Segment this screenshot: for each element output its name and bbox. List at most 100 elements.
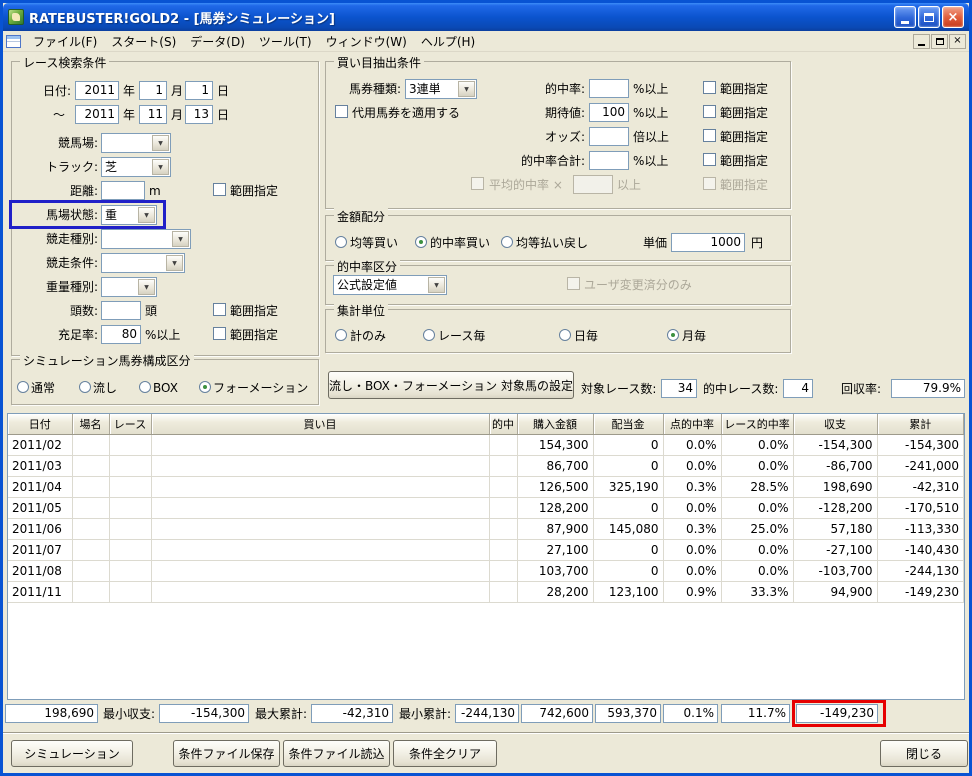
- sim-formation-radio[interactable]: [199, 381, 211, 393]
- substitute-ticket-label[interactable]: 代用馬券を適用する: [352, 106, 460, 121]
- column-header[interactable]: 場名: [72, 414, 110, 435]
- table-row[interactable]: 2011/11 28,200 123,100 0.9% 33.3% 94,900 -149,…: [8, 581, 964, 603]
- table-row[interactable]: 2011/05 128,200 0 0.0% 0.0% -128,200 -170,510: [8, 497, 964, 519]
- distance-range-checkbox[interactable]: [213, 183, 226, 196]
- agg-monthly-label[interactable]: 月毎: [682, 329, 706, 344]
- date-from-month-field[interactable]: 1: [139, 81, 167, 100]
- date-to-month-field[interactable]: 11: [139, 105, 167, 124]
- column-header[interactable]: 日付: [8, 414, 73, 435]
- column-header[interactable]: レース的中率: [721, 414, 794, 435]
- fill-rate-range-checkbox[interactable]: [213, 327, 226, 340]
- close-dialog-button[interactable]: 閉じる: [880, 740, 968, 767]
- column-header[interactable]: 点的中率: [663, 414, 722, 435]
- table-row[interactable]: 2011/03 86,700 0 0.0% 0.0% -86,700 -241,000: [8, 455, 964, 477]
- fill-rate-range-label[interactable]: 範囲指定: [230, 328, 278, 343]
- hit-rate-buy-radio[interactable]: [415, 236, 427, 248]
- track-select[interactable]: 芝 ▼: [101, 157, 171, 177]
- sim-box-label[interactable]: BOX: [153, 381, 178, 396]
- heads-field[interactable]: [101, 301, 141, 320]
- child-minimize-button[interactable]: [913, 33, 930, 49]
- weight-type-select[interactable]: ▼: [101, 277, 157, 297]
- equal-refund-label[interactable]: 均等払い戻し: [516, 236, 588, 251]
- fill-rate-field[interactable]: 80: [101, 325, 141, 344]
- menu-tools[interactable]: ツール(T): [252, 31, 319, 52]
- column-header[interactable]: 的中: [489, 414, 518, 435]
- table-row[interactable]: 2011/04 126,500 325,190 0.3% 28.5% 198,690 -42…: [8, 476, 964, 498]
- equal-refund-radio[interactable]: [501, 236, 513, 248]
- heads-range-label[interactable]: 範囲指定: [230, 304, 278, 319]
- agg-daily-radio[interactable]: [559, 329, 571, 341]
- menu-file[interactable]: ファイル(F): [26, 31, 104, 52]
- substitute-ticket-checkbox[interactable]: [335, 105, 348, 118]
- heads-range-checkbox[interactable]: [213, 303, 226, 316]
- table-row[interactable]: 2011/06 87,900 145,080 0.3% 25.0% 57,180 -113,…: [8, 518, 964, 540]
- agg-monthly-radio[interactable]: [667, 329, 679, 341]
- date-to-day-field[interactable]: 13: [185, 105, 213, 124]
- simulate-button[interactable]: シミュレーション: [11, 740, 133, 767]
- race-type-select[interactable]: ▼: [101, 229, 191, 249]
- table-row[interactable]: 2011/08 103,700 0 0.0% 0.0% -103,700 -244,130: [8, 560, 964, 582]
- agg-per-race-radio[interactable]: [423, 329, 435, 341]
- sim-nagashi-radio[interactable]: [79, 381, 91, 393]
- odds-range-checkbox[interactable]: [703, 129, 716, 142]
- agg-total-only-radio[interactable]: [335, 329, 347, 341]
- maximize-button[interactable]: [918, 6, 940, 28]
- odds-field[interactable]: [589, 127, 629, 146]
- ticket-type-select[interactable]: 3連単 ▼: [405, 79, 477, 99]
- hit-rate-range-label[interactable]: 範囲指定: [720, 82, 768, 97]
- column-header[interactable]: 配当金: [593, 414, 664, 435]
- minimize-button[interactable]: [894, 6, 916, 28]
- expect-field[interactable]: 100: [589, 103, 629, 122]
- clear-conditions-button[interactable]: 条件全クリア: [393, 740, 497, 767]
- hit-rate-buy-label[interactable]: 的中率買い: [430, 236, 490, 251]
- hit-total-field[interactable]: [589, 151, 629, 170]
- column-header[interactable]: 購入金額: [517, 414, 594, 435]
- column-header[interactable]: 収支: [793, 414, 878, 435]
- max-balance-field: 198,690: [5, 704, 98, 723]
- course-select[interactable]: ▼: [101, 133, 171, 153]
- race-cond-select[interactable]: ▼: [101, 253, 185, 273]
- menu-help[interactable]: ヘルプ(H): [414, 31, 482, 52]
- save-conditions-button[interactable]: 条件ファイル保存: [173, 740, 280, 767]
- equal-buy-label[interactable]: 均等買い: [350, 236, 398, 251]
- menu-data[interactable]: データ(D): [183, 31, 252, 52]
- expect-range-label[interactable]: 範囲指定: [720, 106, 768, 121]
- date-to-year-field[interactable]: 2011: [75, 105, 119, 124]
- agg-per-race-label[interactable]: レース毎: [438, 329, 485, 344]
- hit-rate-range-checkbox[interactable]: [703, 81, 716, 94]
- sim-nagashi-label[interactable]: 流し: [93, 381, 117, 396]
- load-conditions-button[interactable]: 条件ファイル読込: [283, 740, 390, 767]
- date-label: 日付:: [42, 84, 71, 98]
- menu-start[interactable]: スタート(S): [104, 31, 183, 52]
- hit-class-select[interactable]: 公式設定値 ▼: [333, 275, 447, 295]
- hit-rate-field[interactable]: [589, 79, 629, 98]
- distance-range-label[interactable]: 範囲指定: [230, 184, 278, 199]
- sim-formation-label[interactable]: フォーメーション: [213, 381, 308, 396]
- table-row[interactable]: 2011/07 27,100 0 0.0% 0.0% -27,100 -140,430: [8, 539, 964, 561]
- distance-field[interactable]: [101, 181, 145, 200]
- odds-range-label[interactable]: 範囲指定: [720, 130, 768, 145]
- sim-box-radio[interactable]: [139, 381, 151, 393]
- menu-window[interactable]: ウィンドウ(W): [319, 31, 414, 52]
- unit-price-field[interactable]: 1000: [671, 233, 745, 252]
- hit-total-range-checkbox[interactable]: [703, 153, 716, 166]
- column-header[interactable]: レース: [109, 414, 152, 435]
- agg-total-only-label[interactable]: 計のみ: [350, 329, 386, 344]
- sim-normal-label[interactable]: 通常: [31, 381, 55, 396]
- table-row[interactable]: 2011/02 154,300 0 0.0% 0.0% -154,300 -154,300: [8, 434, 964, 456]
- column-header[interactable]: 累計: [877, 414, 964, 435]
- child-close-button[interactable]: ×: [949, 33, 966, 49]
- expect-range-checkbox[interactable]: [703, 105, 716, 118]
- child-restore-button[interactable]: [931, 33, 948, 49]
- ground-select[interactable]: 重 ▼: [101, 205, 157, 225]
- sim-normal-radio[interactable]: [17, 381, 29, 393]
- column-header[interactable]: 買い目: [151, 414, 490, 435]
- date-from-day-field[interactable]: 1: [185, 81, 213, 100]
- odds-label: オッズ:: [544, 130, 585, 144]
- close-button[interactable]: ×: [942, 6, 964, 28]
- hit-total-range-label[interactable]: 範囲指定: [720, 154, 768, 169]
- equal-buy-radio[interactable]: [335, 236, 347, 248]
- target-horses-button[interactable]: 流し・BOX・フォーメーション 対象馬の設定: [328, 371, 574, 399]
- agg-daily-label[interactable]: 日毎: [574, 329, 598, 344]
- date-from-year-field[interactable]: 2011: [75, 81, 119, 100]
